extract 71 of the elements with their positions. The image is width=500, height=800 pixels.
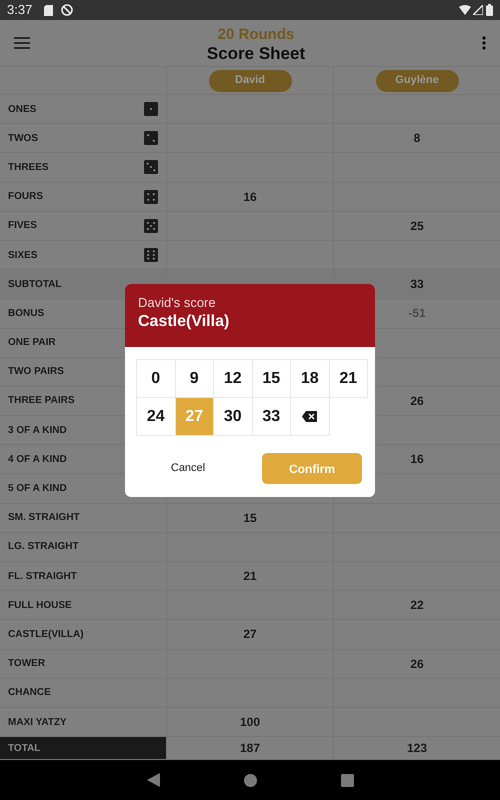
- number-key[interactable]: 18: [291, 360, 328, 397]
- recents-icon[interactable]: [340, 774, 354, 787]
- score-value[interactable]: 26: [410, 654, 424, 673]
- home-icon[interactable]: [244, 774, 256, 787]
- dice-icon: [144, 248, 158, 262]
- menu-icon[interactable]: [14, 37, 30, 49]
- number-key[interactable]: 21: [330, 360, 367, 397]
- score-value[interactable]: 187: [240, 739, 260, 758]
- blocked-icon: [61, 4, 74, 16]
- row-label: LG. STRAIGHT: [8, 540, 79, 554]
- row-label: MAXI YATZY: [8, 716, 67, 730]
- sd-card-icon: [44, 4, 54, 16]
- dice-icon: [144, 131, 158, 146]
- row-label: TOWER: [8, 657, 46, 672]
- row-label: ONE PAIR: [8, 336, 56, 350]
- number-key[interactable]: 9: [176, 360, 213, 397]
- wifi-icon: [459, 5, 471, 15]
- dice-icon: [144, 160, 158, 174]
- score-value[interactable]: 16: [243, 188, 257, 206]
- backspace-icon: [302, 411, 318, 422]
- score-value[interactable]: 26: [410, 392, 424, 410]
- row-label: TWOS: [8, 132, 38, 146]
- status-time: 3:37: [7, 1, 32, 20]
- row-label: FULL HOUSE: [8, 598, 72, 613]
- row-label: 5 OF A KIND: [8, 482, 67, 496]
- dialog-title: Castle(Villa): [138, 314, 230, 330]
- player-name[interactable]: David: [208, 70, 292, 92]
- score-value[interactable]: 21: [243, 567, 257, 586]
- row-label: BONUS: [8, 306, 44, 321]
- total-label: TOTAL: [0, 737, 167, 760]
- row-label: FOURS: [8, 190, 43, 204]
- title: Score Sheet: [206, 44, 306, 62]
- dice-icon: [144, 218, 158, 233]
- row-label: 4 OF A KIND: [8, 452, 67, 467]
- row-label: 3 OF A KIND: [8, 424, 67, 438]
- row-label: SIXES: [8, 248, 38, 263]
- player-name[interactable]: Guylène: [376, 70, 458, 92]
- subtitle: 20 Rounds: [218, 26, 294, 42]
- score-value[interactable]: 15: [243, 508, 257, 527]
- row-label: CHANCE: [8, 686, 51, 700]
- row-label: FL. STRAIGHT: [8, 570, 77, 584]
- row-label: SM. STRAIGHT: [8, 511, 80, 526]
- back-icon[interactable]: [146, 773, 160, 788]
- score-value[interactable]: 123: [406, 739, 428, 758]
- number-key[interactable]: 12: [214, 360, 252, 397]
- row-label: THREES: [8, 160, 49, 175]
- number-key[interactable]: 0: [137, 360, 174, 397]
- signal-icon: [473, 5, 483, 15]
- row-label: TWO PAIRS: [8, 365, 64, 380]
- score-value[interactable]: 16: [410, 450, 424, 468]
- row-label: SUBTOTAL: [8, 278, 62, 292]
- row-label: FIVES: [8, 219, 37, 234]
- score-value[interactable]: 100: [240, 713, 260, 732]
- dialog-subtitle: David's score: [138, 296, 217, 309]
- backspace-key[interactable]: [291, 398, 328, 435]
- number-key[interactable]: 33: [252, 398, 290, 435]
- row-label: CASTLE(VILLA): [8, 628, 84, 642]
- number-key[interactable]: 24: [137, 398, 174, 435]
- row-label: THREE PAIRS: [8, 394, 74, 408]
- row-label: ONES: [8, 102, 36, 117]
- number-key[interactable]: 30: [214, 398, 252, 435]
- score-value[interactable]: 33: [410, 275, 424, 294]
- score-value[interactable]: 25: [410, 216, 424, 235]
- battery-icon: [486, 4, 493, 16]
- number-key[interactable]: 15: [252, 360, 290, 397]
- score-value[interactable]: 22: [410, 596, 424, 614]
- dice-icon: [144, 102, 158, 116]
- score-value[interactable]: 27: [243, 625, 257, 644]
- dice-icon: [144, 190, 158, 204]
- score-value[interactable]: 8: [414, 129, 420, 148]
- more-icon[interactable]: [482, 36, 486, 50]
